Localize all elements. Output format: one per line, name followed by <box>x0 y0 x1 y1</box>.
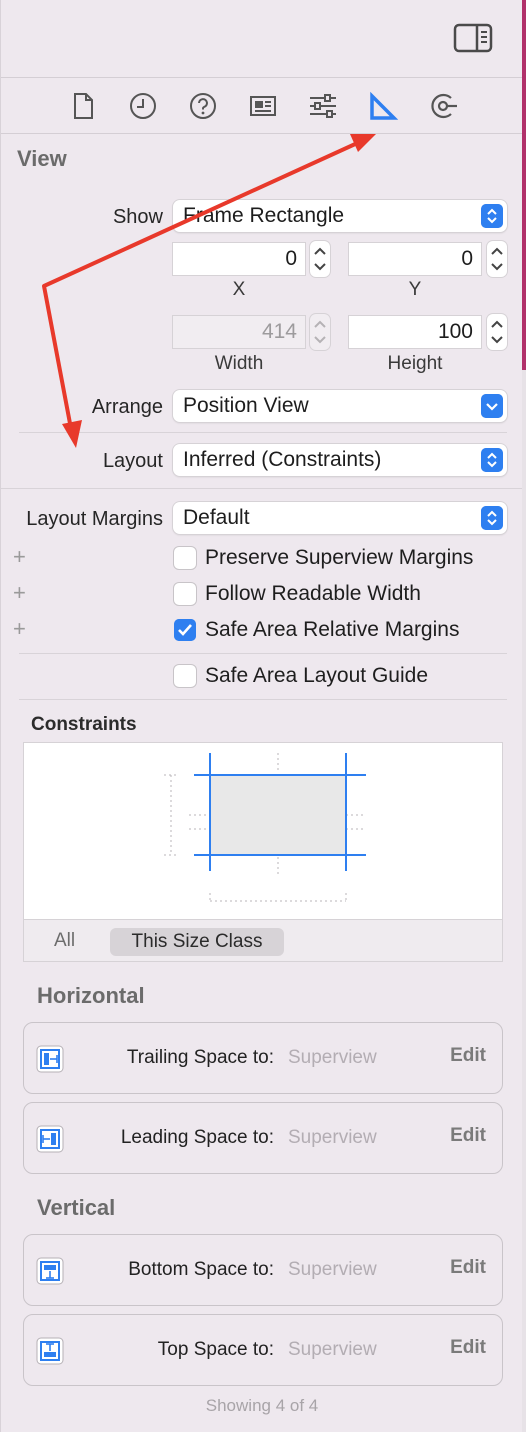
top-space-constraint[interactable]: Top Space to: Superview Edit <box>23 1314 503 1386</box>
layout-label: Layout <box>102 450 163 472</box>
follow-readable-width-checkbox[interactable] <box>174 583 196 605</box>
width-caption: Width <box>214 353 264 374</box>
leading-constraint-icon <box>36 1125 64 1153</box>
constraint-label: Leading Space to: <box>120 1127 274 1148</box>
divider <box>19 653 507 654</box>
inspector-header <box>1 0 523 78</box>
attributes-icon[interactable] <box>307 90 339 122</box>
constraint-label: Bottom Space to: <box>128 1259 274 1280</box>
y-caption: Y <box>408 279 422 300</box>
up-down-chevron-icon <box>481 506 503 530</box>
show-label: Show <box>112 206 163 228</box>
constraints-editor[interactable]: All This Size Class <box>23 742 503 962</box>
identity-icon[interactable] <box>247 90 279 122</box>
trailing-space-constraint[interactable]: Trailing Space to: Superview Edit <box>23 1022 503 1094</box>
layout-margins-popup-value: Default <box>183 506 250 529</box>
layout-margins-popup[interactable]: Default <box>173 502 507 534</box>
constraint-label: Trailing Space to: <box>126 1047 274 1068</box>
follow-readable-width-label: Follow Readable Width <box>205 582 421 605</box>
connections-icon[interactable] <box>427 90 459 122</box>
constraints-diagram <box>164 753 366 903</box>
y-field[interactable]: 0 <box>349 243 481 275</box>
height-stepper[interactable] <box>487 314 507 350</box>
window-edge <box>522 0 526 1432</box>
chevron-down-icon <box>481 394 503 418</box>
preserve-superview-margins-label: Preserve Superview Margins <box>205 546 474 569</box>
this-size-class-button[interactable]: This Size Class <box>110 928 284 956</box>
show-popup[interactable]: Frame Rectangle <box>173 200 507 232</box>
layout-margins-label: Layout Margins <box>26 508 163 530</box>
up-down-chevron-icon <box>481 204 503 228</box>
edit-button[interactable]: Edit <box>450 1045 486 1067</box>
add-variation-button[interactable]: + <box>13 580 26 606</box>
vertical-section-title: Vertical <box>37 1195 116 1220</box>
height-caption: Height <box>387 353 443 374</box>
trailing-constraint-icon <box>36 1045 64 1073</box>
size-icon[interactable] <box>367 90 399 122</box>
up-down-chevron-icon <box>481 448 503 472</box>
sidebar-toggle-icon[interactable] <box>453 22 493 54</box>
horizontal-section-title: Horizontal <box>37 983 145 1008</box>
constraint-label: Top Space to: <box>157 1339 274 1360</box>
leading-space-constraint[interactable]: Leading Space to: Superview Edit <box>23 1102 503 1174</box>
size-class-bar: All This Size Class <box>24 919 502 961</box>
top-constraint-icon <box>36 1337 64 1365</box>
edit-button[interactable]: Edit <box>450 1257 486 1279</box>
safe-area-relative-margins-label: Safe Area Relative Margins <box>205 618 460 641</box>
width-stepper <box>310 314 330 350</box>
height-field[interactable]: 100 <box>349 316 481 348</box>
constraint-target: Superview <box>288 1339 377 1360</box>
arrange-popup[interactable]: Position View <box>173 390 507 422</box>
width-field: 414 <box>173 316 305 348</box>
divider <box>19 699 507 700</box>
history-icon[interactable] <box>127 90 159 122</box>
x-field[interactable]: 0 <box>173 243 305 275</box>
divider <box>19 432 507 433</box>
add-variation-button[interactable]: + <box>13 616 26 642</box>
y-stepper[interactable] <box>487 241 507 277</box>
constraints-title: Constraints <box>31 714 137 735</box>
divider <box>1 488 523 489</box>
inspector-tabs <box>1 78 523 134</box>
safe-area-layout-guide-label: Safe Area Layout Guide <box>205 664 428 687</box>
constraints-count: Showing 4 of 4 <box>205 1396 319 1415</box>
x-caption: X <box>232 279 246 300</box>
safe-area-layout-guide-checkbox[interactable] <box>174 665 196 687</box>
safe-area-relative-margins-checkbox[interactable] <box>174 619 196 641</box>
add-variation-button[interactable]: + <box>13 544 26 570</box>
edit-button[interactable]: Edit <box>450 1337 486 1359</box>
bottom-constraint-icon <box>36 1257 64 1285</box>
edit-button[interactable]: Edit <box>450 1125 486 1147</box>
bottom-space-constraint[interactable]: Bottom Space to: Superview Edit <box>23 1234 503 1306</box>
x-stepper[interactable] <box>310 241 330 277</box>
inspector-panel: View Show Frame Rectangle 0 0 X Y 414 10… <box>0 0 523 1432</box>
view-section-title: View <box>17 146 67 171</box>
file-icon[interactable] <box>67 90 99 122</box>
size-all-button[interactable]: All <box>54 930 75 952</box>
arrange-popup-value: Position View <box>183 394 309 417</box>
constraint-target: Superview <box>288 1047 377 1068</box>
preserve-superview-margins-checkbox[interactable] <box>174 547 196 569</box>
constraint-target: Superview <box>288 1127 377 1148</box>
show-popup-value: Frame Rectangle <box>183 204 345 227</box>
layout-popup[interactable]: Inferred (Constraints) <box>173 444 507 476</box>
arrange-label: Arrange <box>91 396 163 418</box>
layout-popup-value: Inferred (Constraints) <box>183 448 382 471</box>
constraint-target: Superview <box>288 1259 377 1280</box>
help-icon[interactable] <box>187 90 219 122</box>
